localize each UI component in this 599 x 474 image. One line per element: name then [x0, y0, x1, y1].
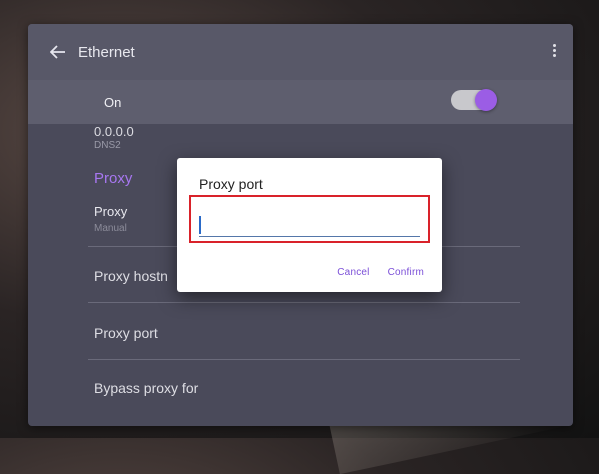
app-bar: Ethernet	[28, 24, 573, 80]
page-title: Ethernet	[78, 43, 135, 61]
bypass-proxy-item[interactable]: Bypass proxy for	[94, 380, 198, 396]
confirm-button[interactable]: Confirm	[388, 267, 424, 278]
dialog-actions: Cancel Confirm	[337, 267, 424, 278]
dns2-value: 0.0.0.0	[94, 124, 134, 139]
proxy-section-header: Proxy	[94, 170, 133, 187]
more-vertical-icon[interactable]	[551, 42, 557, 62]
proxy-port-item[interactable]: Proxy port	[94, 325, 158, 341]
dialog-title: Proxy port	[199, 176, 263, 192]
ethernet-master-switch-row[interactable]: On	[28, 80, 573, 124]
master-switch-label: On	[104, 94, 122, 110]
proxy-port-dialog: Proxy port Cancel Confirm	[177, 158, 442, 292]
proxy-setting-title[interactable]: Proxy	[94, 204, 127, 219]
text-cursor	[199, 216, 201, 234]
divider	[88, 359, 520, 360]
arrow-left-icon[interactable]	[50, 45, 66, 59]
toggle-thumb	[475, 89, 497, 111]
divider	[88, 302, 520, 303]
proxy-setting-mode: Manual	[94, 223, 127, 234]
ethernet-toggle[interactable]	[451, 89, 497, 111]
proxy-hostname-item[interactable]: Proxy hostn	[94, 268, 168, 284]
cancel-button[interactable]: Cancel	[337, 267, 369, 278]
dns2-label: DNS2	[94, 140, 121, 151]
proxy-port-input[interactable]	[199, 210, 420, 237]
